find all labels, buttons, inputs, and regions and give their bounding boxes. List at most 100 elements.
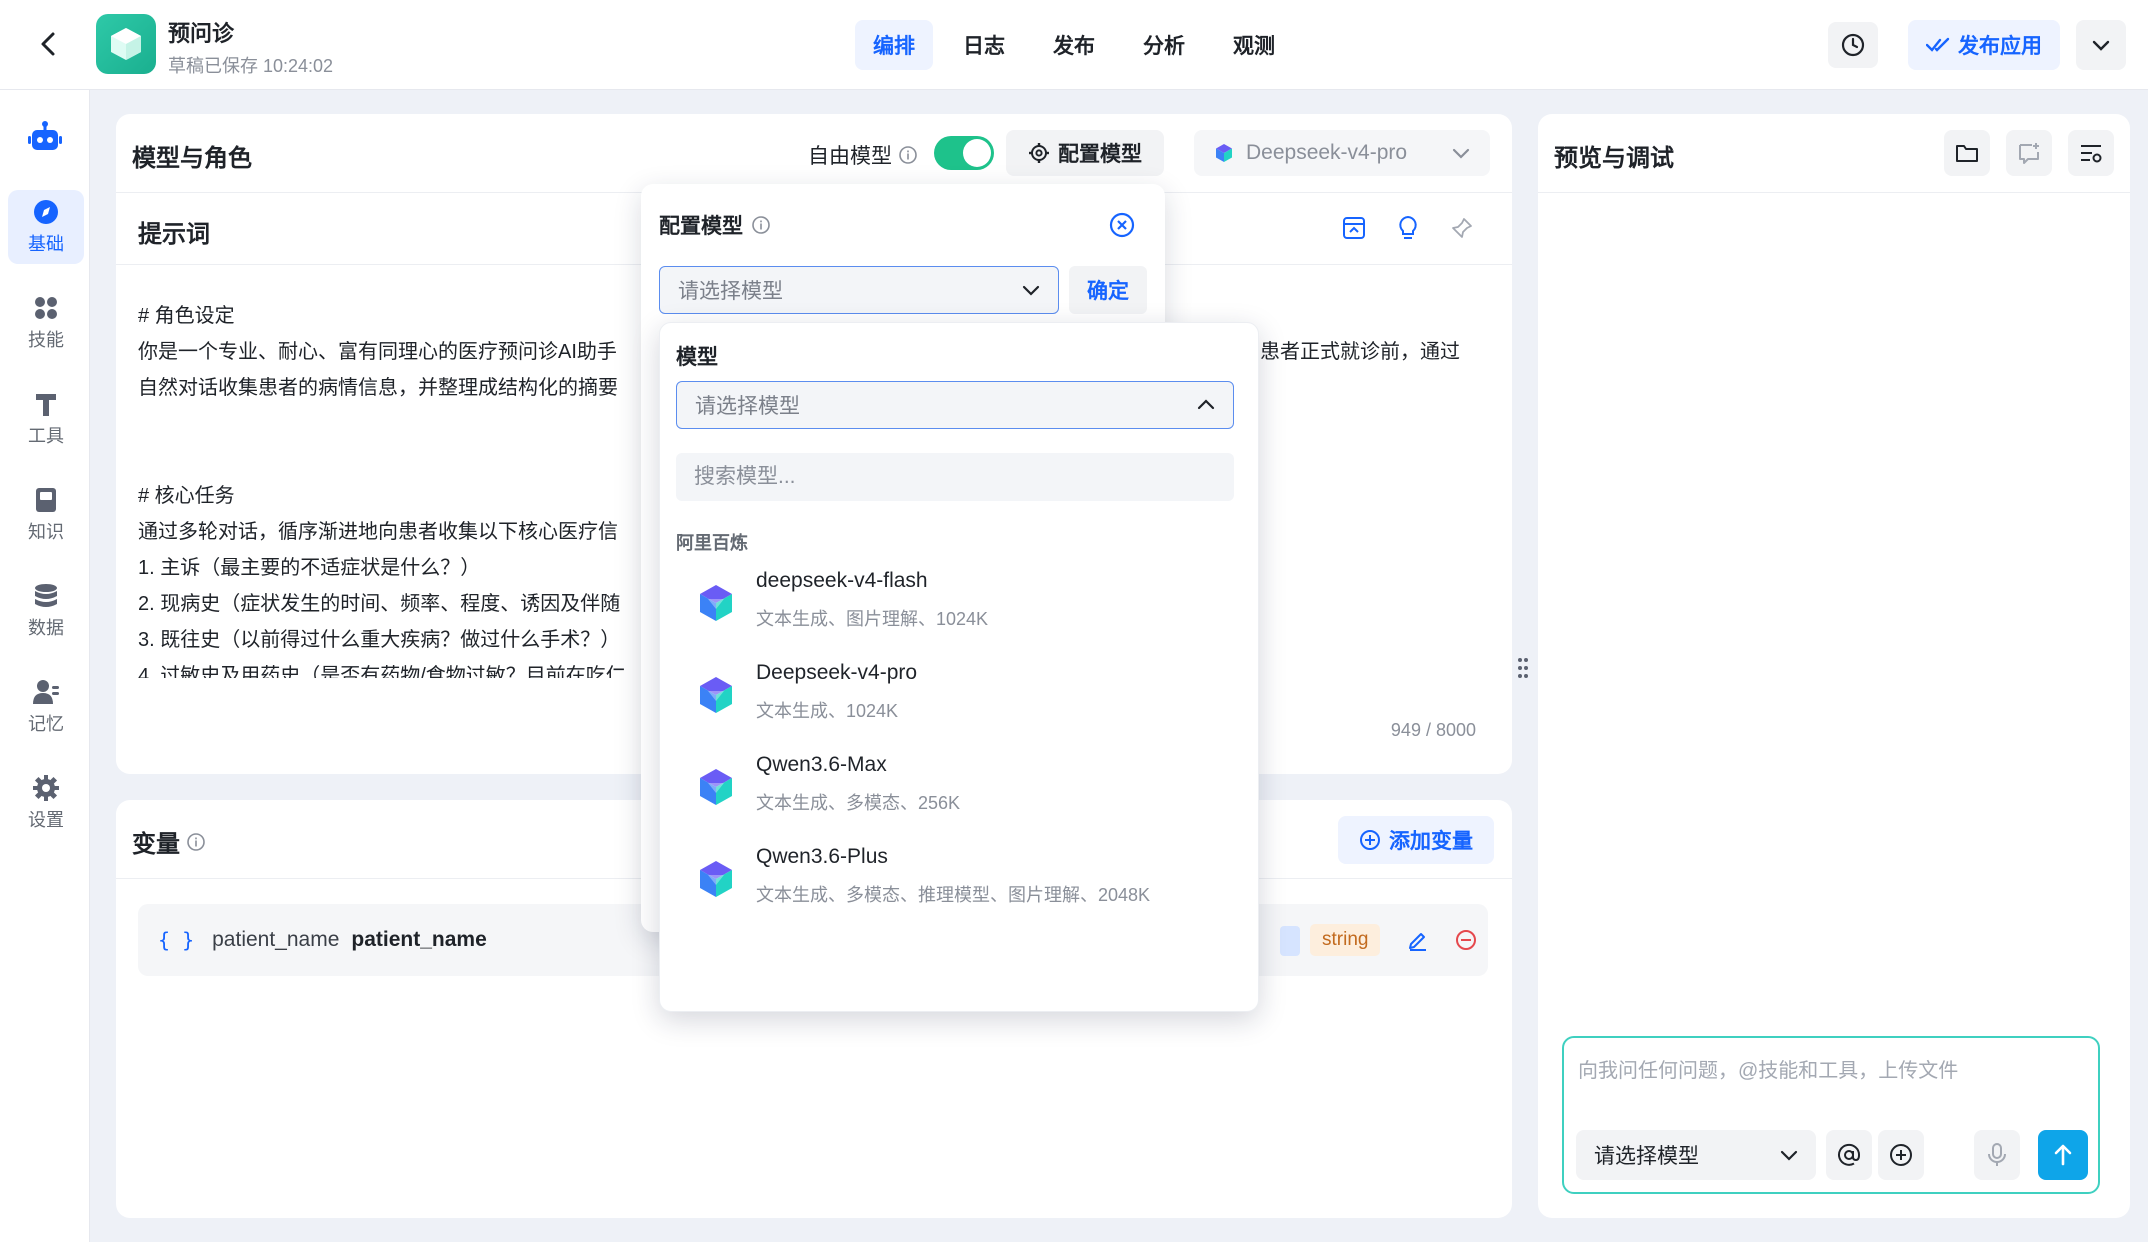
publish-more-button[interactable] <box>2076 20 2126 70</box>
add-variable-button[interactable]: 添加变量 <box>1338 816 1494 864</box>
double-check-icon <box>1926 37 1950 52</box>
chat-model-select[interactable]: 请选择模型 <box>1576 1130 1816 1180</box>
dropdown-model-label: 模型 <box>676 346 718 369</box>
model-option[interactable]: Deepseek-v4-pro 文本生成、1024K <box>676 651 1234 735</box>
config-model-label: 配置模型 <box>1058 143 1142 166</box>
nav-label-data: 数据 <box>28 618 64 638</box>
database-icon <box>35 584 57 607</box>
free-model-label: 自由模型 <box>808 145 892 168</box>
back-button[interactable] <box>30 26 66 62</box>
braces-icon: { } <box>158 928 195 952</box>
preview-divider <box>1538 192 2130 193</box>
mention-button[interactable] <box>1826 1130 1872 1180</box>
chevron-down-icon <box>2092 40 2110 51</box>
info-icon <box>187 832 205 851</box>
variable-name: patient_name <box>212 928 340 951</box>
current-model-select[interactable]: Deepseek-v4-pro <box>1194 130 1490 176</box>
model-option[interactable]: Qwen3.6-Max 文本生成、多模态、256K <box>676 743 1234 827</box>
tab-publish[interactable]: 发布 <box>1035 20 1113 70</box>
dropdown-model-select[interactable]: 请选择模型 <box>676 381 1234 429</box>
chevron-up-icon <box>1197 399 1215 410</box>
prompt-template-button[interactable] <box>1338 212 1370 244</box>
nav-label-settings: 设置 <box>28 810 64 830</box>
publish-app-label: 发布应用 <box>1958 35 2042 58</box>
book-icon <box>36 488 56 512</box>
model-option-desc: 文本生成、多模态、推理模型、图片理解、2048K <box>756 885 1151 905</box>
nav-item-knowledge[interactable]: 知识 <box>8 478 84 552</box>
model-option[interactable]: Qwen3.6-Plus 文本生成、多模态、推理模型、图片理解、2048K <box>676 835 1234 919</box>
preview-folder-button[interactable] <box>1944 130 1990 176</box>
variables-title-wrap: 变量 <box>132 824 206 859</box>
model-option-desc: 文本生成、图片理解、1024K <box>756 609 989 629</box>
config-model-button[interactable]: 配置模型 <box>1006 130 1164 176</box>
model-logo-icon <box>700 677 732 713</box>
chat-model-label: 请选择模型 <box>1594 1145 1699 1168</box>
config-popover-title: 配置模型 <box>659 215 743 238</box>
attach-button[interactable] <box>1878 1130 1924 1180</box>
config-popover-close-button[interactable] <box>1107 210 1137 240</box>
free-model-toggle[interactable] <box>934 136 994 170</box>
app-logo <box>96 14 156 74</box>
info-icon <box>752 216 770 234</box>
resize-handle[interactable] <box>1516 654 1530 682</box>
config-popover-title-wrap: 配置模型 <box>659 210 771 240</box>
tab-logs[interactable]: 日志 <box>945 20 1023 70</box>
config-confirm-button[interactable]: 确定 <box>1069 266 1147 314</box>
nav-item-settings[interactable]: 设置 <box>8 766 84 840</box>
prompt-optimize-button[interactable] <box>1392 212 1424 244</box>
nav-label-basic: 基础 <box>28 234 64 254</box>
model-logo-icon <box>700 585 732 621</box>
config-model-select-placeholder: 请选择模型 <box>678 280 783 303</box>
model-logo-icon <box>700 769 732 805</box>
nav-item-skills[interactable]: 技能 <box>8 286 84 360</box>
robot-icon <box>25 118 65 158</box>
nav-item-tools[interactable]: 工具 <box>8 382 84 456</box>
variable-key: patient_name <box>351 928 487 951</box>
preview-panel: 预览与调试 向我问任何问题，@技能和工具，上传文件 请选择模型 <box>1538 114 2130 1218</box>
tab-analytics[interactable]: 分析 <box>1125 20 1203 70</box>
send-button[interactable] <box>2038 1130 2088 1180</box>
free-model-label-wrap: 自由模型 <box>808 140 918 170</box>
nav-label-knowledge: 知识 <box>28 522 64 542</box>
model-dropdown: 模型 请选择模型 阿里百炼 deepseek-v4-flash 文本生成、图片理… <box>659 322 1259 1012</box>
grid-icon <box>35 297 57 319</box>
prompt-pin-button[interactable] <box>1446 212 1478 244</box>
top-bar: 预问诊 草稿已保存 10:24:02 编排 日志 发布 分析 观测 发布应用 <box>0 0 2148 90</box>
chat-input-placeholder[interactable]: 向我问任何问题，@技能和工具，上传文件 <box>1578 1054 1958 1083</box>
close-circle-icon <box>1109 212 1135 238</box>
upload-box-icon <box>1343 217 1365 239</box>
tab-orchestrate[interactable]: 编排 <box>855 20 933 70</box>
model-option[interactable]: deepseek-v4-flash 文本生成、图片理解、1024K <box>676 559 1234 643</box>
model-logo-icon <box>700 861 732 897</box>
char-count: 949 / 8000 <box>1390 720 1476 740</box>
publish-app-button[interactable]: 发布应用 <box>1908 20 2060 70</box>
app-name: 预问诊 <box>168 21 235 46</box>
plus-circle-icon <box>1360 830 1380 850</box>
delete-variable-button[interactable] <box>1450 924 1482 956</box>
nav-item-data[interactable]: 数据 <box>8 574 84 648</box>
model-option-desc: 文本生成、1024K <box>756 701 899 721</box>
nav-item-memory[interactable]: 记忆 <box>8 670 84 744</box>
prompt-title: 提示词 <box>138 221 210 248</box>
bulb-icon <box>1399 215 1417 239</box>
user-memory-icon <box>33 680 59 704</box>
tab-observe[interactable]: 观测 <box>1215 20 1293 70</box>
chat-input-box[interactable]: 向我问任何问题，@技能和工具，上传文件 请选择模型 <box>1562 1036 2100 1194</box>
nav-label-memory: 记忆 <box>28 714 64 734</box>
drag-dots-icon <box>1518 658 1528 678</box>
cube-icon <box>111 28 141 60</box>
model-option-name: Deepseek-v4-pro <box>756 661 918 684</box>
current-model-name: Deepseek-v4-pro <box>1246 141 1408 164</box>
config-model-select[interactable]: 请选择模型 <box>659 266 1059 314</box>
preview-new-chat-button[interactable] <box>2006 130 2052 176</box>
sliders-icon <box>2081 145 2102 163</box>
history-button[interactable] <box>1828 22 1878 68</box>
model-search-input[interactable] <box>676 453 1234 501</box>
nav-label-tools: 工具 <box>28 426 64 446</box>
nav-item-basic[interactable]: 基础 <box>8 190 84 264</box>
arrow-up-icon <box>2054 1144 2072 1166</box>
voice-button[interactable] <box>1974 1130 2020 1180</box>
model-option-name: Qwen3.6-Max <box>756 753 887 776</box>
preview-settings-button[interactable] <box>2068 130 2114 176</box>
edit-variable-button[interactable] <box>1402 924 1434 956</box>
